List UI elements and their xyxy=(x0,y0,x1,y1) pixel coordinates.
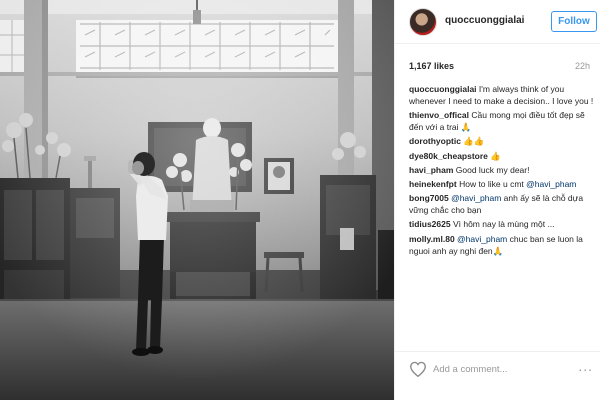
post-author-username[interactable]: quoccuonggialai xyxy=(445,15,524,26)
heart-icon[interactable] xyxy=(409,361,427,377)
caption: quoccuonggialai I'm always think of you … xyxy=(409,83,595,107)
list-item: dorothyoptic 👍👍 xyxy=(409,135,595,147)
follow-button[interactable]: Follow xyxy=(551,11,597,32)
comment-mention[interactable]: @havi_pham xyxy=(457,234,507,244)
comment-text: Good luck my dear! xyxy=(455,164,530,175)
comment-username[interactable]: bong7005 xyxy=(409,193,449,203)
post-details-panel: quoccuonggialai Follow 1,167 likes 22h q… xyxy=(394,0,600,400)
comment-username[interactable]: tidius2625 xyxy=(409,219,451,229)
comment-username[interactable]: havi_pham xyxy=(409,165,453,175)
comments-list: quoccuonggialai I'm always think of you … xyxy=(409,83,595,259)
comment-footer: Add a comment... ... xyxy=(395,351,600,400)
comment-username[interactable]: molly.ml.80 xyxy=(409,234,455,244)
list-item: havi_pham Good luck my dear! xyxy=(409,164,595,176)
avatar[interactable] xyxy=(409,8,437,36)
add-comment-input[interactable]: Add a comment... xyxy=(433,364,507,375)
list-item: tidius2625 Vì hôm nay là mùng một ... xyxy=(409,218,595,230)
list-item: heinekenfpt How to like u cmt @havi_pham xyxy=(409,178,595,190)
comment-mention[interactable]: @havi_pham xyxy=(526,179,576,189)
post-header: quoccuonggialai Follow xyxy=(395,0,600,44)
comment-username[interactable]: thienvo_offical xyxy=(409,110,469,120)
comment-text: Vì hôm nay là mùng một ... xyxy=(452,219,555,230)
comment-text: 👍 xyxy=(490,150,501,161)
post-timestamp[interactable]: 22h xyxy=(575,61,590,71)
comment-username[interactable]: heinekenfpt xyxy=(409,179,457,189)
list-item: thienvo_offical Cầu mong mọi điều tốt đẹ… xyxy=(409,109,595,133)
comment-username[interactable]: dye80k_cheapstore xyxy=(409,151,488,161)
photo-shrine-room xyxy=(0,0,394,400)
post-photo[interactable] xyxy=(0,0,394,400)
list-item: molly.ml.80 @havi_pham chuc ban se luon … xyxy=(409,233,595,257)
list-item: bong7005 @havi_pham anh ấy sẽ là chỗ dựa… xyxy=(409,192,595,216)
likes-count[interactable]: 1,167 likes xyxy=(409,61,454,71)
comment-mention[interactable]: @havi_pham xyxy=(451,193,501,203)
more-options-icon[interactable]: ... xyxy=(578,358,593,374)
caption-username[interactable]: quoccuonggialai xyxy=(409,84,477,94)
comment-text: How to like u cmt xyxy=(459,178,524,189)
comment-username[interactable]: dorothyoptic xyxy=(409,136,461,146)
comment-text: 👍👍 xyxy=(463,136,485,147)
list-item: dye80k_cheapstore 👍 xyxy=(409,150,595,162)
